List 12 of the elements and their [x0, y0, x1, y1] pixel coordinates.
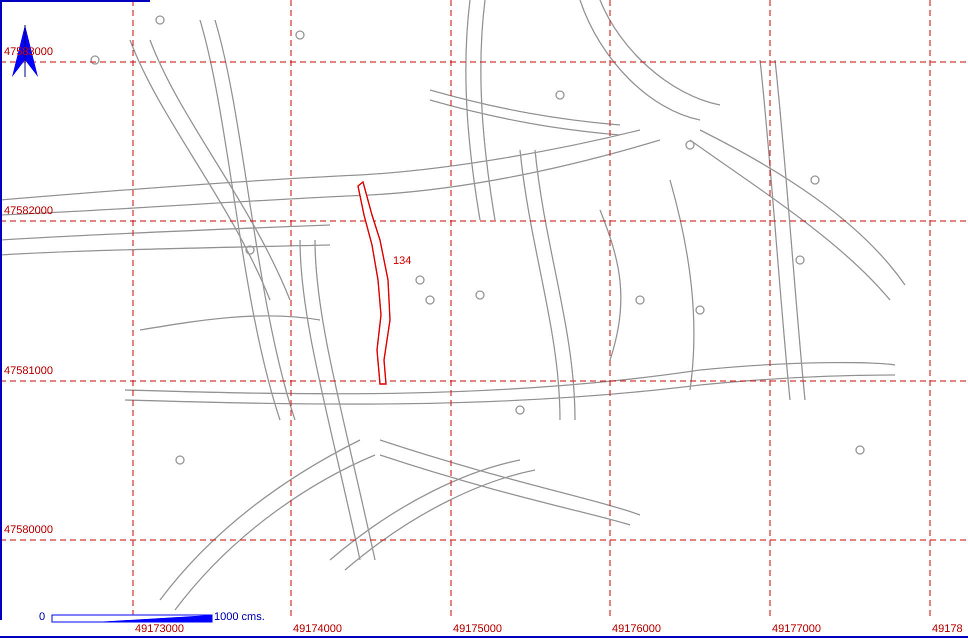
grid-coordinate-label: 49174000 [293, 623, 342, 635]
grid-coordinate-label: 47581000 [4, 365, 53, 377]
grid-coordinate-label: 49173000 [135, 623, 184, 635]
grid-coordinate-label: 49175000 [453, 623, 502, 635]
scale-start-label: 0 [39, 611, 46, 623]
grid-coordinate-label: 47580000 [4, 524, 53, 536]
feature-label: 134 [393, 255, 412, 267]
scale-end-label: 1000 cms. [214, 611, 265, 623]
grid-coordinate-label: 47582000 [4, 205, 53, 217]
grid-coordinate-label: 49176000 [612, 623, 661, 635]
grid-coordinate-label: 49177000 [772, 623, 821, 635]
grid-coordinate-label: 49178 [932, 623, 963, 635]
